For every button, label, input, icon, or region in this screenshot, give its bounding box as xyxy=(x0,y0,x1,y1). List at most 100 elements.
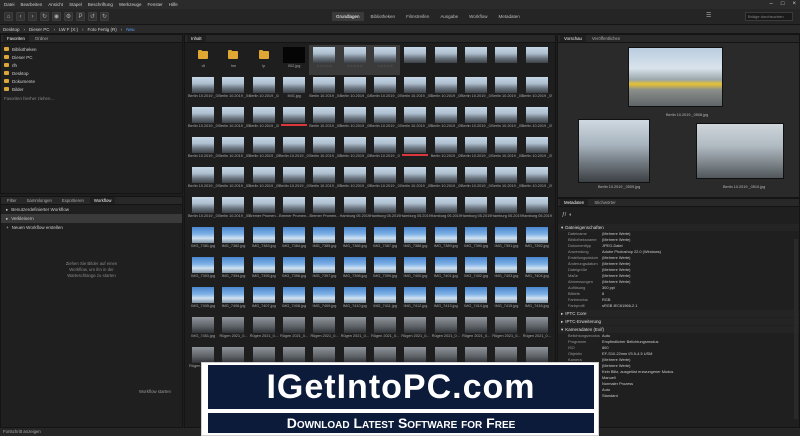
thumbnail-cell[interactable] xyxy=(522,45,552,75)
thumbnail-cell[interactable]: Berlin 10.2019 _0502.jpg xyxy=(431,75,461,105)
thumbnail-cell[interactable]: Berlin 10.2019 _0524.jpg xyxy=(370,135,400,165)
rotate-right-icon[interactable]: ↻ xyxy=(100,12,109,21)
thumbnail-cell[interactable]: Berlin 10.2019 _0530.jpg xyxy=(188,165,218,195)
thumbnail-cell[interactable]: Bremer Promen... xyxy=(309,195,339,225)
thumbnail-cell[interactable]: 002.jpg xyxy=(279,45,309,75)
thumbnail-cell[interactable]: Berlin 10.2019 _0533.jpg xyxy=(279,165,309,195)
tab-folders[interactable]: Ordner xyxy=(31,35,52,42)
thumbnail-cell[interactable]: ☆☆☆☆☆ xyxy=(309,45,340,75)
thumbnail-cell[interactable]: IMG_7409.jpg xyxy=(309,285,339,315)
thumbnail-cell[interactable]: IMG_7451.jpg xyxy=(188,315,218,345)
thumbnail-cell[interactable]: Berlin 10.2019 _0515.jpg xyxy=(461,105,491,135)
thumbnail-cell[interactable]: Berlin 10.2019 _0520.jpg xyxy=(249,135,279,165)
thumbnail-cell[interactable]: IMG_7392.jpg xyxy=(522,225,552,255)
thumbnail-cell[interactable]: Berlin 10.2019 _0538.jpg xyxy=(431,165,461,195)
sort-icon[interactable]: ☰ xyxy=(706,12,711,19)
workspace-tab-4[interactable]: Workflow xyxy=(465,12,491,21)
thumbnail-cell[interactable]: dt xyxy=(188,45,218,75)
refine-icon[interactable]: ⚙ xyxy=(64,12,73,21)
thumbnail-cell[interactable]: Berlin 10.2019 _0531.jpg xyxy=(218,165,249,195)
thumbnail-cell[interactable]: Berlin 10.2019 _0535.jpg xyxy=(340,165,370,195)
thumbnail-cell[interactable]: Bremer Promen... xyxy=(279,195,309,225)
thumbnail-cell[interactable]: IMG_7383.jpg xyxy=(249,225,279,255)
thumbnail-cell[interactable]: Rügen 2021_0... xyxy=(431,315,461,345)
thumbnail-cell[interactable]: IMG_7400.jpg xyxy=(400,255,430,285)
thumbnail-cell[interactable]: ☆☆☆☆☆ xyxy=(339,45,370,75)
tab-filter[interactable]: Filter xyxy=(3,197,21,204)
thumbnail-cell[interactable]: Rügen 2021_0... xyxy=(370,315,400,345)
thumbnail-cell[interactable]: Berlin 10.2019 _0522.jpg xyxy=(309,135,340,165)
thumbnail-cell[interactable]: Berlin 10.2019 _0541.jpg xyxy=(522,165,552,195)
thumbnail-cell[interactable]: Rügen 2021_0... xyxy=(522,315,552,345)
thumbnail-cell[interactable]: Berlin 10.2019 _0519.jpg xyxy=(218,135,249,165)
camera-icon[interactable]: ◉ xyxy=(52,12,61,21)
thumbnail-cell[interactable]: ☆☆☆☆☆ xyxy=(369,45,401,75)
tab-collections[interactable]: Sammlungen xyxy=(23,197,56,204)
thumbnail-cell[interactable]: Hamburg 05.2019 xyxy=(431,195,461,225)
workflow-resize[interactable]: ▸ Verkleinern xyxy=(1,214,182,223)
menu-item-1[interactable]: Bearbeiten xyxy=(21,2,43,7)
thumbnail-cell[interactable]: Berlin 10.2019 _0496.jpg xyxy=(249,75,279,105)
thumbnail-cell[interactable]: IMG_7411.jpg xyxy=(370,285,400,315)
thumbnail-cell[interactable]: Berlin 10.2019 _0526.jpg xyxy=(431,135,461,165)
thumbnail-cell[interactable]: IMG_7402.jpg xyxy=(461,255,491,285)
favorite-item-5[interactable]: Bilder xyxy=(4,85,179,93)
thumbnail-cell[interactable]: Berlin 10.2019 _0528.jpg xyxy=(491,135,522,165)
tab-publish[interactable]: Veröffentlichen xyxy=(588,35,624,42)
favorite-item-2[interactable]: rlh xyxy=(4,61,179,69)
thumbnail-cell[interactable]: IMG_7403.jpg xyxy=(491,255,521,285)
thumbnail-cell[interactable]: Berlin 10.2019 _0506.jpg xyxy=(188,105,218,135)
thumbnail-cell[interactable]: Berlin 10.2019 _0507.jpg xyxy=(218,105,249,135)
thumbnail-cell[interactable]: Berlin 10.2019 _0517.jpg xyxy=(522,105,552,135)
thumbnail-cell[interactable]: IMG_7401.jpg xyxy=(431,255,461,285)
thumbnail-cell[interactable]: IMG_7389.jpg xyxy=(431,225,461,255)
metadata-scrollbar[interactable] xyxy=(794,239,798,419)
workflow-new[interactable]: + Neuen Workflow erstellen xyxy=(1,223,182,232)
thumbnail-cell[interactable]: Bremer Promen... xyxy=(249,195,279,225)
favorite-item-3[interactable]: Desktop xyxy=(4,69,179,77)
rating-stars[interactable]: ☆☆☆☆☆ xyxy=(340,64,370,68)
thumbnail-cell[interactable]: Berlin 10.2019 _0512.jpg xyxy=(370,105,400,135)
recent-icon[interactable]: ↻ xyxy=(40,12,49,21)
thumbnail-cell[interactable]: lp xyxy=(249,45,279,75)
thumbnail-cell[interactable]: IMG_7416.jpg xyxy=(522,285,552,315)
thumbnail-cell[interactable]: IMG_7406.jpg xyxy=(218,285,248,315)
section-exif[interactable]: ▾ Kameradaten (Exif) xyxy=(558,326,799,333)
section-file-properties[interactable]: ▾ Dateieigenschaften xyxy=(558,224,799,231)
thumbnail-cell[interactable]: IMG_7387.jpg xyxy=(370,225,400,255)
thumbnail-cell[interactable]: hm xyxy=(218,45,248,75)
thumbnail-cell[interactable]: IMG_7414.jpg xyxy=(461,285,491,315)
thumbnail-cell[interactable]: IMG_7390.jpg xyxy=(461,225,491,255)
thumbnail-cell[interactable]: Berlin 10.2019 _0542.jpg xyxy=(188,195,218,225)
section-iptc-core[interactable]: ▸ IPTC Core xyxy=(558,310,799,317)
thumbnail-cell[interactable]: Berlin 10.2019 _0513.jpg xyxy=(400,105,431,135)
breadcrumb-item-4[interactable]: Neu xyxy=(126,27,134,32)
tab-content[interactable]: Inhalt xyxy=(187,35,206,42)
photoshop-icon[interactable]: P xyxy=(76,12,85,21)
thumbnail-cell[interactable]: Berlin 10.2019 _0532.jpg xyxy=(249,165,279,195)
search-input[interactable]: Bridge durchsuchen xyxy=(745,12,793,21)
thumbnail-cell[interactable]: IMG_7410.jpg xyxy=(340,285,370,315)
thumbnail-cell[interactable] xyxy=(400,45,430,75)
tab-export[interactable]: Exportieren xyxy=(58,197,88,204)
thumbnail-cell[interactable]: Berlin 10.2019 _0501.jpg xyxy=(400,75,431,105)
tab-workflow[interactable]: Workflow xyxy=(89,197,116,204)
workflow-custom[interactable]: ▸ Benutzerdefinierter Workflow xyxy=(1,205,182,214)
tab-preview[interactable]: Vorschau xyxy=(560,35,586,42)
thumbnail-cell[interactable]: IMG_7399.jpg xyxy=(370,255,400,285)
thumbnail-cell[interactable]: IMG_7407.jpg xyxy=(249,285,279,315)
thumbnail-cell[interactable]: Berlin 10.2019 _0499.jpg xyxy=(340,75,370,105)
thumbnail-cell[interactable]: Rügen 2021_0... xyxy=(249,315,279,345)
thumbnail-cell[interactable]: IMG_7413.jpg xyxy=(431,285,461,315)
thumbnail-cell[interactable]: Berlin 10.2019 _0508.jpg xyxy=(249,105,279,135)
thumbnail-cell[interactable]: IMG.jpg xyxy=(279,75,309,105)
maximize-icon[interactable]: □ xyxy=(781,1,785,7)
thumbnail-cell[interactable]: Hamburg 05.2019 xyxy=(340,195,370,225)
rotate-left-icon[interactable]: ↺ xyxy=(88,12,97,21)
workspace-tab-1[interactable]: Bibliotheken xyxy=(367,12,400,21)
workspace-tab-3[interactable]: Ausgabe xyxy=(436,12,462,21)
thumbnail-cell[interactable]: IMG_7398.jpg xyxy=(340,255,370,285)
thumbnail-cell[interactable]: Berlin 10.2019 _0529.jpg xyxy=(522,135,552,165)
thumbnail-cell[interactable] xyxy=(431,45,461,75)
thumbnail-cell[interactable]: Rügen 2021_0... xyxy=(309,315,339,345)
